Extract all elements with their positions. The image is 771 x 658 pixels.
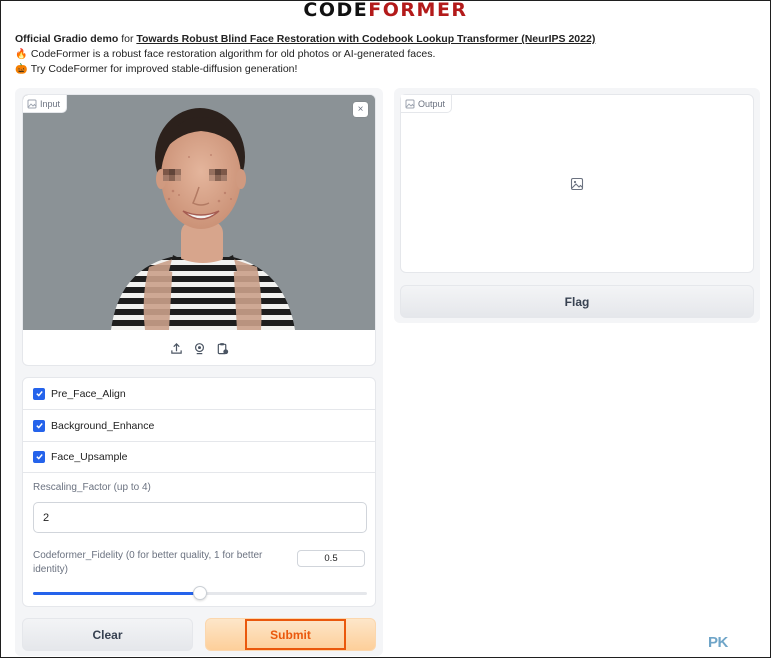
checkbox-face-upsample[interactable]: Face_Upsample — [23, 441, 375, 473]
output-label: Output — [401, 95, 453, 113]
intro-line-2: 🔥 CodeFormer is a robust face restoratio… — [15, 48, 436, 60]
codeformer-logo: CODEFORMER — [303, 0, 468, 21]
intro-text: Official Gradio demo for Towards Robust … — [15, 32, 595, 77]
intro-line-1: Official Gradio demo for Towards Robust … — [15, 33, 596, 45]
checkbox-background-enhance[interactable]: Background_Enhance — [23, 410, 375, 442]
checkbox-checked-icon[interactable] — [33, 419, 45, 432]
pk-watermark: PK — [708, 634, 728, 651]
webcam-icon[interactable] — [193, 342, 206, 355]
checkbox-checked-icon[interactable] — [33, 387, 45, 400]
close-icon: × — [357, 104, 364, 115]
input-photo — [23, 95, 375, 330]
portrait-image — [23, 95, 375, 330]
image-icon — [27, 99, 37, 108]
flag-button[interactable]: Flag — [400, 285, 754, 318]
rescaling-factor-label: Rescaling_Factor (up to 4) — [33, 482, 151, 493]
image-icon — [405, 99, 415, 108]
intro-line-3: 🎃 Try CodeFormer for improved stable-dif… — [15, 63, 298, 75]
output-image-panel: Output — [400, 94, 754, 273]
image-source-bar — [23, 330, 375, 365]
checkbox-pre-face-align[interactable]: Pre_Face_Align — [23, 378, 375, 410]
input-image-panel[interactable]: Input × — [22, 94, 376, 366]
rescaling-factor-input[interactable]: 2 — [33, 502, 367, 533]
pumpkin-icon: 🎃 — [15, 64, 28, 75]
input-label: Input — [23, 95, 68, 113]
clear-image-button[interactable]: × — [353, 102, 368, 117]
clipboard-icon[interactable] — [216, 342, 229, 355]
submit-button[interactable]: Submit — [205, 618, 376, 651]
paper-link[interactable]: Towards Robust Blind Face Restoration wi… — [136, 33, 595, 45]
image-placeholder-icon — [570, 177, 584, 190]
options-panel: Pre_Face_Align Background_Enhance Face_U… — [22, 377, 376, 607]
fidelity-slider-fill — [33, 592, 200, 595]
checkbox-checked-icon[interactable] — [33, 450, 45, 463]
fidelity-label: Codeformer_Fidelity (0 for better qualit… — [33, 550, 263, 575]
clear-button[interactable]: Clear — [22, 618, 193, 651]
fidelity-slider-thumb[interactable] — [193, 586, 207, 600]
fidelity-value-input[interactable]: 0.5 — [297, 550, 365, 567]
fire-icon: 🔥 — [15, 49, 28, 60]
upload-icon[interactable] — [170, 342, 183, 355]
